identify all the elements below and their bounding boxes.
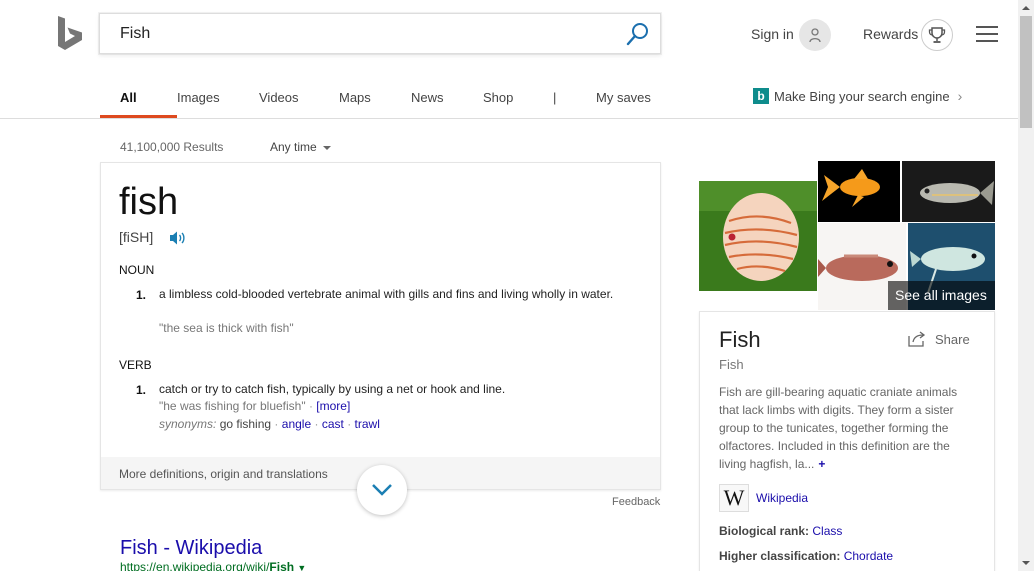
nav-divider — [0, 118, 1018, 119]
feedback-link[interactable]: Feedback — [612, 496, 660, 508]
scroll-thumb[interactable] — [1020, 16, 1032, 128]
wikipedia-icon: W — [719, 484, 749, 512]
share-label: Share — [935, 331, 970, 347]
expand-definitions-button[interactable] — [357, 465, 407, 515]
share-button[interactable]: Share — [907, 330, 970, 348]
see-all-images-button[interactable]: See all images — [888, 281, 995, 310]
tab-images[interactable]: Images — [177, 78, 259, 118]
synonym-angle[interactable]: angle — [282, 417, 311, 431]
make-default-promo[interactable]: b Make Bing your search engine › — [753, 88, 962, 104]
tab-videos[interactable]: Videos — [259, 78, 339, 118]
dictionary-card: fish [fiSH] NOUN 1. a limbless cold-bloo… — [100, 162, 661, 490]
caret-down-icon[interactable]: ▼ — [297, 563, 306, 571]
fact-higher-classification: Higher classification: Chordate — [719, 549, 894, 563]
noun-label: NOUN — [119, 263, 155, 277]
tab-maps[interactable]: Maps — [339, 78, 411, 118]
discus-fish-image[interactable] — [699, 181, 817, 291]
search-box[interactable] — [99, 13, 661, 54]
bing-logo[interactable] — [56, 16, 84, 52]
verb-sense-number: 1. — [136, 383, 147, 397]
tab-all[interactable]: All — [100, 78, 177, 118]
noun-sense-number: 1. — [136, 288, 147, 302]
silver-fish-image[interactable] — [902, 161, 995, 222]
wikipedia-link[interactable]: Wikipedia — [756, 491, 808, 505]
more-link[interactable]: [more] — [316, 399, 350, 413]
share-icon — [908, 331, 926, 347]
caret-down-icon — [322, 145, 331, 150]
result-url[interactable]: https://en.wikipedia.org/wiki/Fish ▼ — [120, 560, 306, 571]
nav-separator: | — [553, 90, 557, 105]
verb-example: "he was fishing for bluefish" · [more] — [159, 399, 351, 413]
rewards-link[interactable]: Rewards — [863, 26, 918, 42]
tab-my-saves[interactable]: My saves — [596, 78, 676, 118]
user-icon — [809, 28, 821, 43]
trophy-icon — [928, 27, 946, 43]
noun-example: "the sea is thick with fish" — [159, 321, 294, 335]
vertical-scrollbar[interactable] — [1018, 0, 1034, 571]
bing-b-icon: b — [753, 88, 769, 104]
avatar[interactable] — [799, 19, 831, 51]
sign-in-link[interactable]: Sign in — [751, 26, 794, 42]
synonym-trawl[interactable]: trawl — [355, 417, 380, 431]
expand-description-button[interactable]: + — [818, 457, 825, 471]
verb-label: VERB — [119, 358, 152, 372]
search-input[interactable] — [120, 14, 620, 54]
rewards-button[interactable] — [921, 19, 953, 51]
promo-text: Make Bing your search engine — [774, 88, 950, 104]
menu-icon[interactable] — [976, 26, 998, 44]
speaker-icon[interactable] — [169, 230, 187, 246]
wikipedia-source[interactable]: W Wikipedia — [719, 484, 808, 512]
noun-definition: a limbless cold-blooded vertebrate anima… — [159, 287, 614, 301]
synonym-go-fishing: go fishing — [219, 417, 272, 431]
tab-news[interactable]: News — [411, 78, 483, 118]
scope-nav: All Images Videos Maps News Shop | My sa… — [100, 78, 676, 118]
definition-word: fish — [119, 181, 179, 223]
scroll-up-arrow-icon[interactable] — [1018, 0, 1034, 16]
fact-biological-rank: Biological rank: Class — [719, 524, 843, 538]
result-title-link[interactable]: Fish - Wikipedia — [120, 537, 262, 560]
chevron-right-icon: › — [957, 88, 963, 104]
results-count: 41,100,000 Results — [120, 140, 224, 154]
search-icon[interactable] — [626, 22, 650, 46]
chevron-down-icon — [372, 484, 392, 496]
scroll-down-arrow-icon[interactable] — [1018, 555, 1034, 571]
entity-title: Fish — [719, 327, 761, 352]
tab-shop[interactable]: Shop — [483, 78, 553, 118]
synonym-cast[interactable]: cast — [322, 417, 344, 431]
entity-description: Fish are gill-bearing aquatic craniate a… — [719, 385, 958, 471]
entity-subtitle: Fish — [719, 357, 744, 372]
pronunciation: [fiSH] — [119, 229, 154, 245]
entity-card: Fish Fish Share Fish are gill-bearing aq… — [699, 311, 995, 571]
goldfish-image[interactable] — [818, 161, 900, 222]
synonyms: synonyms: go fishing · angle · cast · tr… — [159, 417, 380, 431]
time-filter-dropdown[interactable]: Any time — [270, 140, 331, 154]
verb-definition: catch or try to catch fish, typically by… — [159, 382, 506, 396]
